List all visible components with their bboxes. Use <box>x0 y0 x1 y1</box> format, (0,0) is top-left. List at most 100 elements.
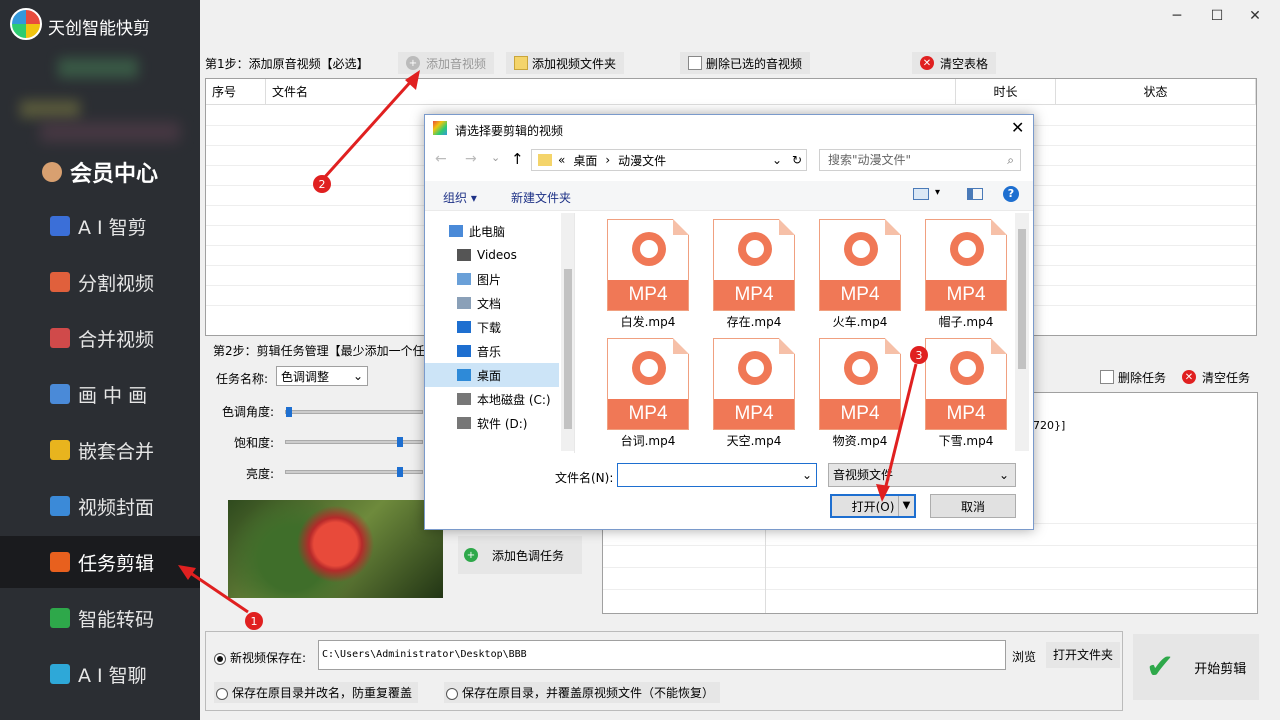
tree-item[interactable]: 文档 <box>425 291 559 315</box>
sidebar-item-1[interactable]: 分割视频 <box>0 256 200 308</box>
breadcrumb-overflow[interactable]: « <box>558 153 565 167</box>
tree-item[interactable]: 图片 <box>425 267 559 291</box>
save-overwrite-option[interactable]: 保存在原目录，并覆盖原视频文件（不能恢复） <box>444 682 721 703</box>
file-item[interactable]: MP4 台词.mp4 <box>599 338 697 452</box>
tree-item[interactable]: Videos <box>425 243 559 267</box>
organize-button[interactable]: 组织 ▾ <box>443 189 477 206</box>
cancel-button[interactable]: 取消 <box>930 494 1016 518</box>
file-item[interactable]: MP4 物资.mp4 <box>811 338 909 452</box>
file-type-badge: MP4 <box>608 280 688 310</box>
tree-item-label: 桌面 <box>477 368 502 383</box>
file-type-badge: MP4 <box>820 399 900 429</box>
merge-video-icon <box>50 328 70 348</box>
add-folder-button[interactable]: 添加视频文件夹 <box>506 52 625 74</box>
file-name: 白发.mp4 <box>620 315 676 329</box>
chevron-down-icon[interactable]: ⌄ <box>802 468 812 482</box>
tree-item[interactable]: 音乐 <box>425 339 559 363</box>
file-item[interactable]: MP4 火车.mp4 <box>811 219 909 333</box>
column-header-filename[interactable]: 文件名 <box>266 79 956 105</box>
add-video-button[interactable]: + 添加音视频 <box>398 52 495 74</box>
delete-selected-button[interactable]: 删除已选的音视频 <box>680 52 811 74</box>
minimize-button[interactable]: ─ <box>1162 8 1192 26</box>
clear-task-label: 清空任务 <box>1202 370 1251 385</box>
step1-label: 第1步：添加原音视频【必选】 <box>205 56 369 71</box>
column-header-status[interactable]: 状态 <box>1056 79 1256 105</box>
maximize-button[interactable]: ☐ <box>1202 8 1232 26</box>
file-item[interactable]: MP4 帽子.mp4 <box>917 219 1015 333</box>
filetype-select[interactable]: 音视频文件 ⌄ <box>828 463 1016 487</box>
slider-thumb[interactable] <box>286 407 292 417</box>
file-item[interactable]: MP4 下雪.mp4 <box>917 338 1015 452</box>
file-list[interactable]: MP4 白发.mp4 MP4 存在.mp4 MP4 火车.mp4 MP4 帽子.mp4 MP4 台… <box>579 213 1031 453</box>
new-folder-button[interactable]: 新建文件夹 <box>511 189 571 206</box>
sidebar-item-2[interactable]: 合并视频 <box>0 312 200 364</box>
chevron-down-icon[interactable]: ▾ <box>935 187 940 198</box>
computer-icon <box>449 225 463 237</box>
drive-d-icon <box>457 417 471 429</box>
back-arrow-icon[interactable]: ← <box>435 151 447 167</box>
chevron-down-icon[interactable]: ⌄ <box>772 153 782 167</box>
address-bar[interactable]: « 桌面 › 动漫文件 ⌄ ↻ <box>531 149 807 171</box>
files-scrollbar[interactable] <box>1015 213 1029 451</box>
save-rename-option[interactable]: 保存在原目录并改名，防重复覆盖 <box>214 682 419 703</box>
add-tone-task-button[interactable]: + 添加色调任务 <box>458 536 582 574</box>
brightness-slider[interactable] <box>285 467 423 477</box>
tree-item[interactable]: 下载 <box>425 315 559 339</box>
sidebar: 天创智能快剪 会员中心 A I 智剪 分割视频 合并视频画 中 画嵌套合并 视频封面任… <box>0 0 200 720</box>
tree-item[interactable]: 桌面 <box>425 363 559 387</box>
delete-task-button[interactable]: 删除任务 <box>1100 366 1166 388</box>
save-new-option[interactable]: 新视频保存在: <box>214 649 306 666</box>
start-edit-button[interactable]: ✔ 开始剪辑 <box>1133 634 1259 700</box>
sidebar-item-3[interactable]: 画 中 画 <box>0 368 200 420</box>
column-header-duration[interactable]: 时长 <box>956 79 1056 105</box>
browse-button[interactable]: 浏览 <box>1012 648 1036 665</box>
dialog-close-icon[interactable]: ✕ <box>1011 118 1024 137</box>
preview-pane-icon[interactable] <box>967 188 983 200</box>
open-folder-button[interactable]: 打开文件夹 <box>1046 642 1120 668</box>
breadcrumb-anime-folder[interactable]: 动漫文件 <box>618 152 666 169</box>
file-item[interactable]: MP4 白发.mp4 <box>599 219 697 333</box>
saturation-slider[interactable] <box>285 437 423 447</box>
file-name: 天空.mp4 <box>726 434 782 448</box>
sidebar-item-vip[interactable]: 会员中心 <box>0 146 200 198</box>
tree-item[interactable]: 软件 (D:) <box>425 411 559 435</box>
column-header-index[interactable]: 序号 <box>206 79 266 105</box>
tree-item[interactable]: 此电脑 <box>425 219 559 243</box>
filename-input[interactable]: ⌄ <box>617 463 817 487</box>
up-arrow-icon[interactable]: ↑ <box>511 150 524 168</box>
hue-slider[interactable] <box>285 407 423 417</box>
recent-chevron-icon[interactable]: ⌄ <box>491 151 500 164</box>
file-type-badge: MP4 <box>926 280 1006 310</box>
breadcrumb-desktop[interactable]: 桌面 <box>573 152 597 169</box>
task-name-select[interactable]: 色调调整 ⌄ <box>276 366 368 386</box>
navigation-tree[interactable]: 此电脑 Videos 图片 文档 下载 音乐桌面本地磁盘 (C:) 软件 (D:) <box>425 213 575 453</box>
view-options-icon[interactable] <box>913 188 929 200</box>
refresh-icon[interactable]: ↻ <box>792 153 802 167</box>
save-path-input[interactable]: C:\Users\Administrator\Desktop\BBB <box>318 640 1006 670</box>
forward-arrow-icon[interactable]: → <box>465 151 477 167</box>
preview-image <box>228 500 443 598</box>
slider-thumb[interactable] <box>397 437 403 447</box>
annotation-badge: 2 <box>313 175 331 193</box>
help-icon[interactable]: ? <box>1003 186 1019 202</box>
sidebar-item-0[interactable]: A I 智剪 <box>0 200 200 252</box>
search-input[interactable]: 搜索"动漫文件" ⌕ <box>819 149 1021 171</box>
sidebar-item-8[interactable]: A I 智聊 <box>0 648 200 700</box>
sidebar-item-4[interactable]: 嵌套合并 <box>0 424 200 476</box>
sidebar-item-label: 视频封面 <box>78 496 155 519</box>
open-button[interactable]: 打开(O) ▼ <box>830 494 916 518</box>
slider-thumb[interactable] <box>397 467 403 477</box>
file-item[interactable]: MP4 天空.mp4 <box>705 338 803 452</box>
clear-table-button[interactable]: ✕ 清空表格 <box>912 52 997 74</box>
sidebar-item-6[interactable]: 任务剪辑 <box>0 536 200 588</box>
sidebar-item-5[interactable]: 视频封面 <box>0 480 200 532</box>
sidebar-item-7[interactable]: 智能转码 <box>0 592 200 644</box>
clear-task-button[interactable]: ✕ 清空任务 <box>1182 366 1250 388</box>
caret-down-icon[interactable]: ▼ <box>898 496 914 516</box>
tree-scrollbar[interactable] <box>561 213 574 451</box>
delete-icon <box>688 56 702 70</box>
tree-item[interactable]: 本地磁盘 (C:) <box>425 387 559 411</box>
videos-folder-icon <box>457 249 471 261</box>
file-item[interactable]: MP4 存在.mp4 <box>705 219 803 333</box>
close-button[interactable]: ✕ <box>1240 8 1270 26</box>
